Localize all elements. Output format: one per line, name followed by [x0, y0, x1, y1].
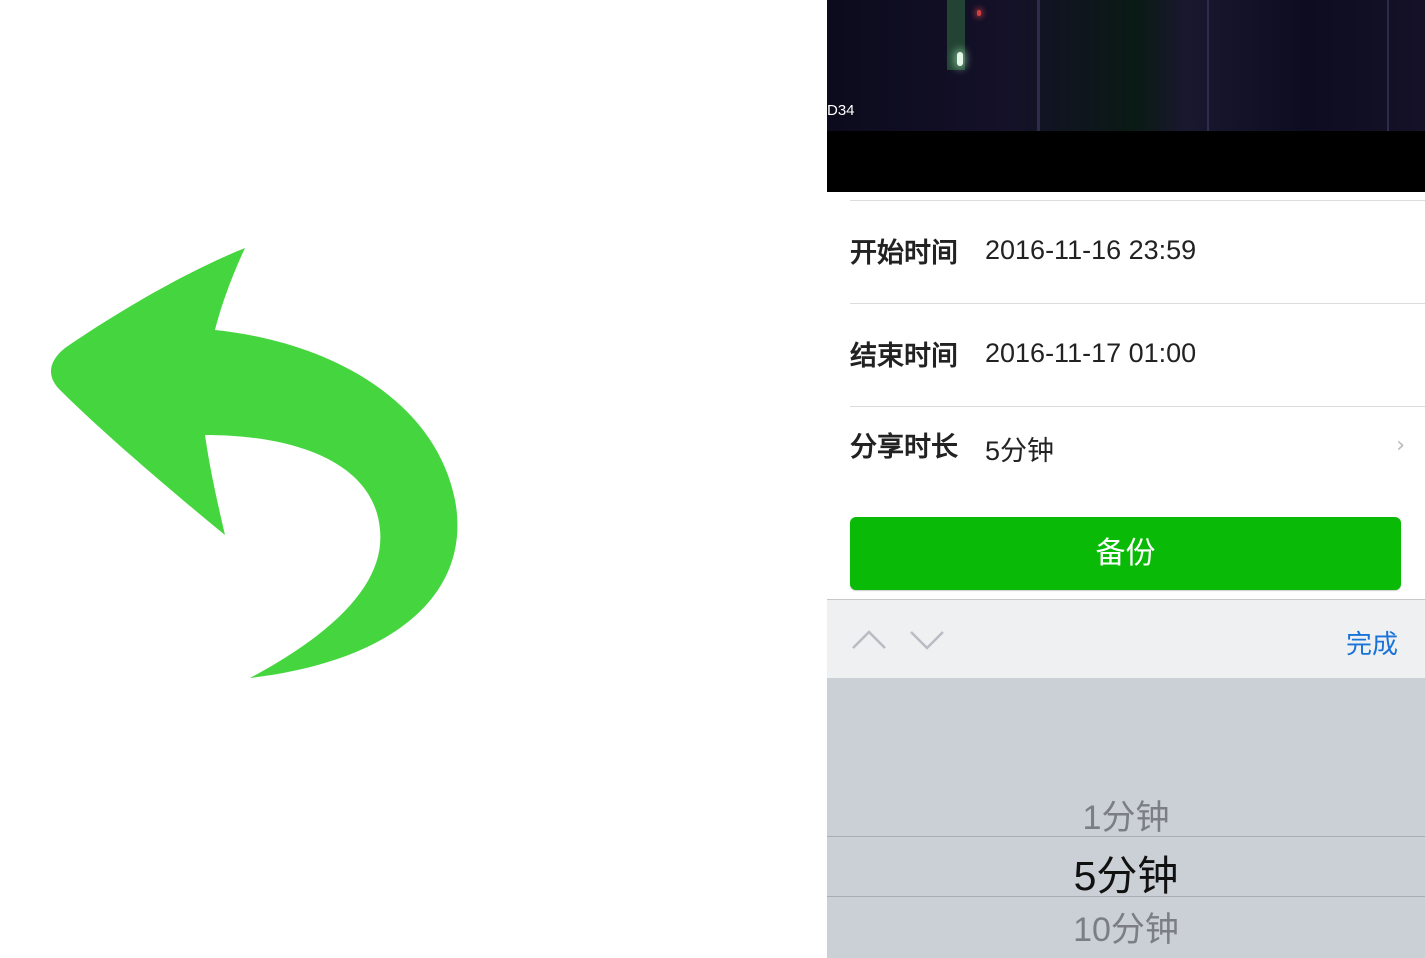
- share-form: 开始时间 2016-11-16 23:59 结束时间 2016-11-17 01…: [827, 200, 1425, 509]
- picker-divider: [827, 836, 1425, 837]
- end-time-value: 2016-11-17 01:00: [985, 338, 1197, 368]
- end-time-row[interactable]: 结束时间 2016-11-17 01:00: [850, 303, 1425, 406]
- share-duration-row[interactable]: 分享时长 5分钟 ›: [850, 406, 1425, 509]
- chevron-down-icon[interactable]: [909, 622, 945, 658]
- video-frame: D34: [827, 0, 1425, 131]
- video-streak: [1207, 0, 1209, 131]
- chevron-up-icon[interactable]: [851, 622, 887, 658]
- video-light: [977, 10, 981, 16]
- picker-toolbar: 完成: [827, 599, 1425, 678]
- video-light: [957, 52, 963, 66]
- backup-button[interactable]: 备份: [850, 517, 1401, 590]
- video-player[interactable]: D34: [827, 0, 1425, 192]
- video-streak: [1037, 0, 1040, 131]
- picker-option-selected[interactable]: 5分钟: [827, 842, 1425, 902]
- done-button[interactable]: 完成: [1346, 624, 1398, 661]
- picker-option[interactable]: 10分钟: [827, 902, 1425, 951]
- chevron-right-icon: ›: [1396, 433, 1405, 458]
- video-streak: [1387, 0, 1389, 131]
- duration-picker[interactable]: 1分钟 5分钟 10分钟: [827, 678, 1425, 958]
- phone-screen: D34 开始时间 2016-11-16 23:59 结束时间 2016-11-1…: [827, 0, 1425, 958]
- camera-label: D34: [827, 102, 855, 119]
- page: D34 开始时间 2016-11-16 23:59 结束时间 2016-11-1…: [0, 0, 1425, 958]
- start-time-label: 开始时间: [850, 238, 958, 269]
- share-duration-value: 5分钟: [985, 436, 1055, 466]
- back-arrow-icon: [50, 248, 458, 678]
- start-time-value: 2016-11-16 23:59: [985, 235, 1197, 265]
- picker-divider: [827, 896, 1425, 897]
- picker-option[interactable]: 1分钟: [827, 790, 1425, 839]
- start-time-row[interactable]: 开始时间 2016-11-16 23:59: [850, 200, 1425, 303]
- share-duration-label: 分享时长: [850, 432, 958, 463]
- end-time-label: 结束时间: [850, 341, 958, 372]
